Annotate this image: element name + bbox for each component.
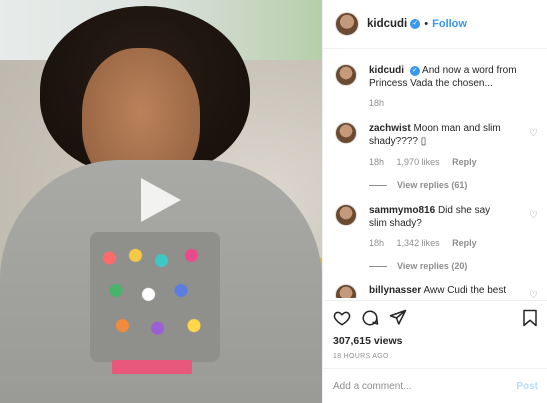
view-replies-button[interactable]: View replies (61) xyxy=(369,180,467,190)
avatar[interactable] xyxy=(335,64,357,86)
play-icon[interactable] xyxy=(141,178,181,222)
add-comment-bar: Post xyxy=(323,368,547,403)
action-icons xyxy=(333,307,538,331)
verified-icon: ✓ xyxy=(410,19,421,29)
comment-username[interactable]: sammymo816 xyxy=(369,205,435,216)
avatar[interactable] xyxy=(335,122,357,144)
share-icon[interactable] xyxy=(389,309,407,327)
comment-text: Aww Cudi the best xyxy=(423,285,507,296)
reply-button[interactable]: Reply xyxy=(452,238,477,248)
post-timestamp: 18 HOURS AGO xyxy=(333,353,389,360)
like-heart-icon[interactable]: ♡ xyxy=(529,128,538,139)
comment-time: 18h xyxy=(369,238,385,248)
heart-icon[interactable] xyxy=(333,309,351,327)
comments-list[interactable]: kidcudi ✓ And now a word from Princess V… xyxy=(323,50,547,298)
sweater-pink-band xyxy=(112,360,192,374)
caption-body: kidcudi ✓ And now a word from Princess V… xyxy=(369,64,519,90)
verified-icon: ✓ xyxy=(409,66,420,76)
like-heart-icon[interactable]: ♡ xyxy=(529,290,538,298)
comment-likes[interactable]: 1,342 likes xyxy=(397,238,440,248)
comment-meta: 18h 1,342 likes Reply xyxy=(369,238,487,248)
follow-button[interactable]: Follow xyxy=(432,18,467,30)
caption-username[interactable]: kidcudi xyxy=(369,65,404,76)
post-sidebar: kidcudi ✓ • Follow kidcudi ✓ And now a w… xyxy=(322,0,547,403)
caption-time: 18h xyxy=(369,98,385,108)
comment-likes[interactable]: 1,970 likes xyxy=(397,157,440,167)
view-replies-button[interactable]: View replies (20) xyxy=(369,261,467,271)
comment-input[interactable] xyxy=(333,380,517,392)
like-heart-icon[interactable]: ♡ xyxy=(529,210,538,221)
post-media[interactable] xyxy=(0,0,322,403)
reply-button[interactable]: Reply xyxy=(452,157,477,167)
separator-dot: • xyxy=(424,18,429,30)
comment-time: 18h xyxy=(369,157,385,167)
avatar[interactable] xyxy=(335,12,359,36)
post-actions: 307,615 views 18 HOURS AGO xyxy=(323,300,547,370)
view-replies-line xyxy=(369,185,387,187)
view-replies-line xyxy=(369,266,387,268)
avatar[interactable] xyxy=(335,204,357,226)
avatar[interactable] xyxy=(335,284,357,298)
view-replies-label[interactable]: View replies (61) xyxy=(397,180,467,190)
post-header: kidcudi ✓ • Follow xyxy=(323,0,547,49)
comment-icon[interactable] xyxy=(361,309,379,327)
view-replies-label[interactable]: View replies (20) xyxy=(397,261,467,271)
view-count[interactable]: 307,615 views xyxy=(333,335,538,347)
comment-username[interactable]: billynasser xyxy=(369,285,421,296)
header-username[interactable]: kidcudi xyxy=(367,18,407,30)
comment-body: billynasser Aww Cudi the best xyxy=(369,284,509,297)
post-button[interactable]: Post xyxy=(516,381,538,392)
comment-body: zachwist Moon man and slim shady???? ▯ xyxy=(369,122,509,148)
caption-meta: 18h xyxy=(369,98,394,108)
comment-meta: 18h 1,970 likes Reply xyxy=(369,157,487,167)
comment-username[interactable]: zachwist xyxy=(369,123,411,134)
sweater-print xyxy=(90,232,220,362)
bookmark-icon[interactable] xyxy=(522,309,538,327)
comment-body: sammymo816 Did she say slim shady? xyxy=(369,204,509,230)
